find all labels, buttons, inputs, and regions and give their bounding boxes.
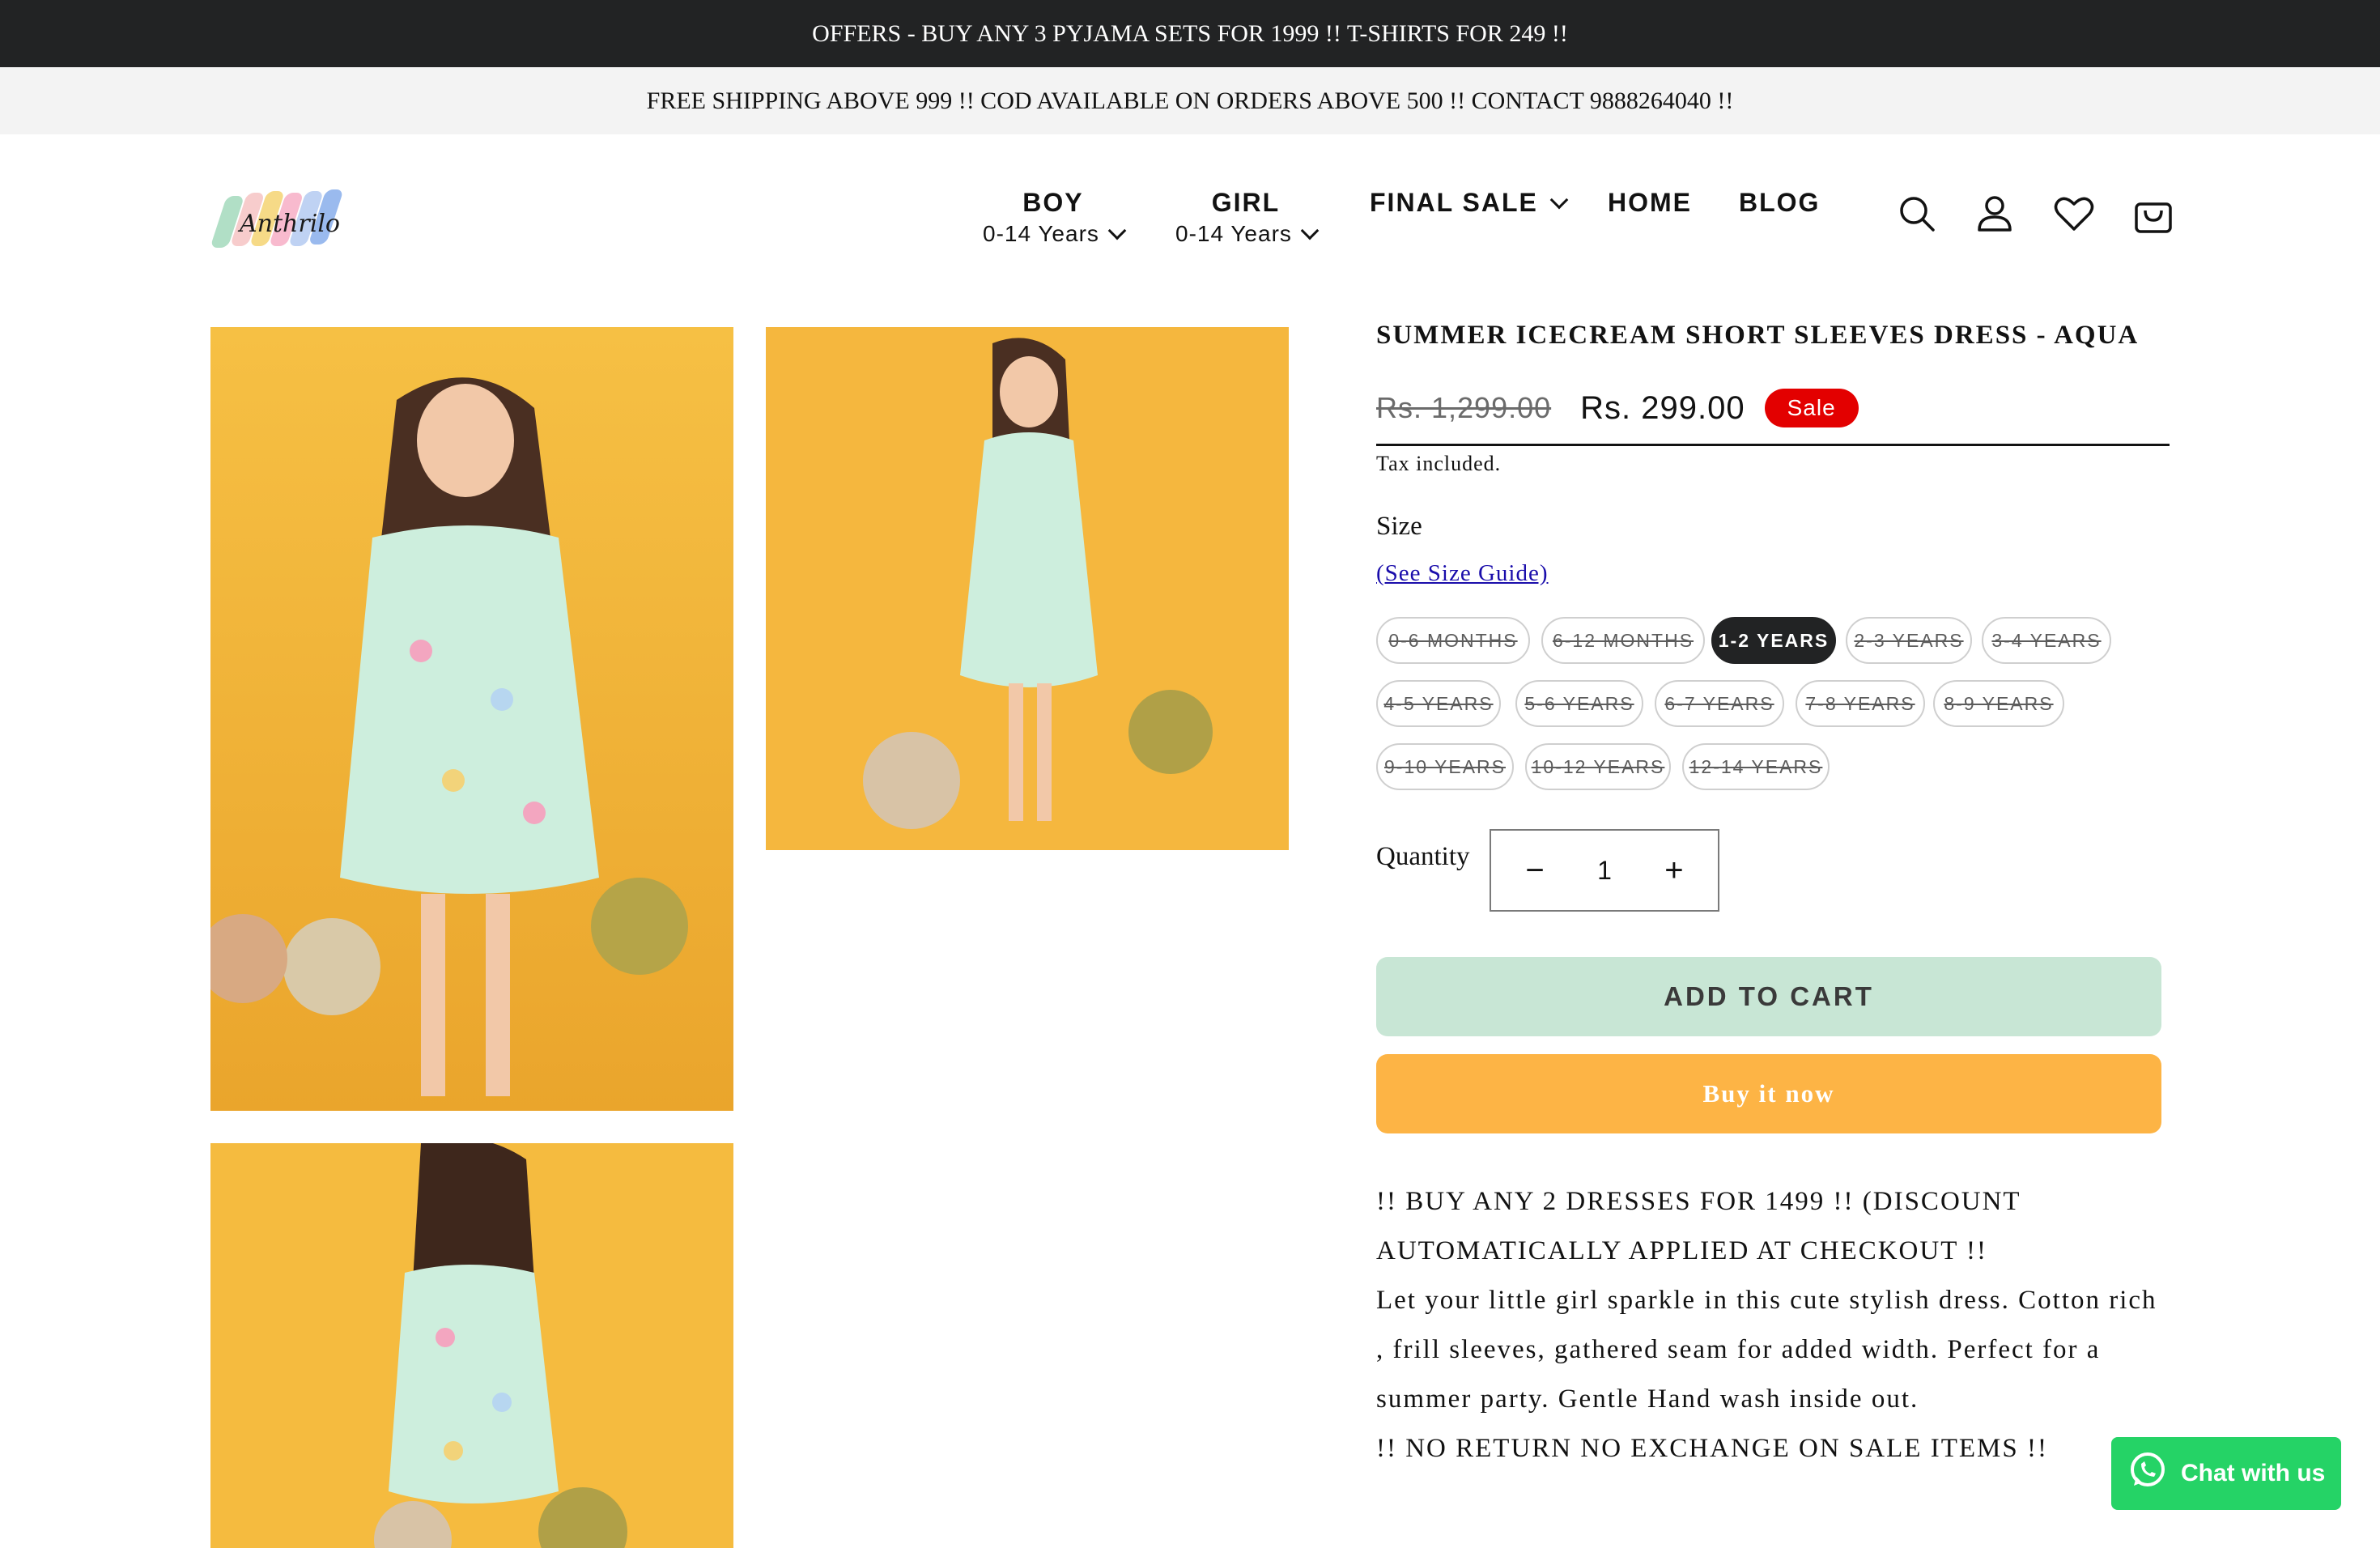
decrease-quantity-button[interactable]: − [1517,853,1553,889]
sale-badge: Sale [1764,389,1859,427]
nav-home[interactable]: HOME [1608,188,1692,218]
product-info: SUMMER ICECREAM SHORT SLEEVES DRESS - AQ… [1376,321,2170,1463]
size-option-6-7-years[interactable]: 6-7 YEARS [1655,680,1784,727]
add-to-cart-button[interactable]: ADD TO CART [1376,957,2161,1036]
size-label: Size [1376,512,1422,541]
cart-icon[interactable] [2131,191,2176,236]
chevron-down-icon [1107,221,1127,240]
nav-final-sale-label: FINAL SALE [1370,188,1538,217]
size-option-10-12-years[interactable]: 10-12 YEARS [1525,743,1671,790]
chevron-down-icon [1300,221,1320,240]
offers-announcement-bar: OFFERS - BUY ANY 3 PYJAMA SETS FOR 1999 … [0,0,2380,67]
size-option-0-6-months[interactable]: 0-6 MONTHS [1376,617,1530,664]
increase-quantity-button[interactable]: + [1656,853,1692,889]
search-icon[interactable] [1894,191,1940,236]
nav-blog[interactable]: BLOG [1739,188,1820,218]
size-option-3-4-years[interactable]: 3-4 YEARS [1982,617,2111,664]
size-option-7-8-years[interactable]: 7-8 YEARS [1796,680,1925,727]
svg-text:Anthrilo: Anthrilo [237,210,340,238]
size-option-6-12-months[interactable]: 6-12 MONTHS [1541,617,1705,664]
nav-girl-sub: 0-14 Years [1175,221,1292,246]
sale-price: Rs. 299.00 [1580,389,1745,426]
size-option-1-2-years[interactable]: 1-2 YEARS [1711,617,1836,664]
quantity-label: Quantity [1376,842,1470,871]
nav-boy[interactable]: BOY 0-14 Years [983,188,1127,247]
nav-boy-sub: 0-14 Years [983,221,1099,246]
shipping-text: FREE SHIPPING ABOVE 999 !! COD AVAILABLE… [646,87,1734,114]
size-option-9-10-years[interactable]: 9-10 YEARS [1376,743,1514,790]
chevron-down-icon [1549,190,1569,209]
product-image-side[interactable] [766,327,1289,850]
wishlist-icon[interactable] [2051,191,2097,236]
nav-boy-label: BOY [1022,188,1084,217]
site-logo[interactable]: Anthrilo [209,181,371,262]
description-promo: !! BUY ANY 2 DRESSES FOR 1499 !! (DISCOU… [1376,1187,2021,1265]
price-divider [1376,444,2170,446]
shipping-announcement-bar: FREE SHIPPING ABOVE 999 !! COD AVAILABLE… [0,67,2380,134]
offers-text: OFFERS - BUY ANY 3 PYJAMA SETS FOR 1999 … [812,19,1568,47]
whatsapp-icon [2127,1450,2168,1497]
tax-note: Tax included. [1376,452,1502,475]
whatsapp-chat-button[interactable]: Chat with us [2111,1437,2341,1510]
description-details: Let your little girl sparkle in this cut… [1376,1286,2157,1414]
chat-label: Chat with us [2181,1460,2326,1486]
regular-price: Rs. 1,299.00 [1376,391,1552,424]
description-return-policy: !! NO RETURN NO EXCHANGE ON SALE ITEMS !… [1376,1434,2048,1463]
quantity-stepper: − 1 + [1490,829,1719,912]
product-image-back[interactable] [210,1143,733,1548]
buy-now-button[interactable]: Buy it now [1376,1054,2161,1133]
quantity-input[interactable]: 1 [1597,856,1612,886]
size-option-5-6-years[interactable]: 5-6 YEARS [1515,680,1643,727]
price-row: Rs. 1,299.00 Rs. 299.00 Sale [1376,389,1859,427]
product-description: !! BUY ANY 2 DRESSES FOR 1499 !! (DISCOU… [1376,1177,2170,1474]
size-option-4-5-years[interactable]: 4-5 YEARS [1376,680,1501,727]
size-guide-link[interactable]: (See Size Guide) [1376,560,1549,587]
product-image-front[interactable] [210,327,733,1111]
product-title: SUMMER ICECREAM SHORT SLEEVES DRESS - AQ… [1376,321,2140,350]
nav-girl[interactable]: GIRL 0-14 Years [1175,188,1320,247]
size-option-12-14-years[interactable]: 12-14 YEARS [1682,743,1830,790]
site-header: Anthrilo BOY 0-14 Years GIRL 0-14 Years … [0,134,2380,304]
account-icon[interactable] [1972,191,2017,236]
size-option-2-3-years[interactable]: 2-3 YEARS [1846,617,1972,664]
nav-final-sale[interactable]: FINAL SALE [1370,188,1569,218]
nav-girl-label: GIRL [1211,188,1281,217]
size-option-8-9-years[interactable]: 8-9 YEARS [1933,680,2064,727]
